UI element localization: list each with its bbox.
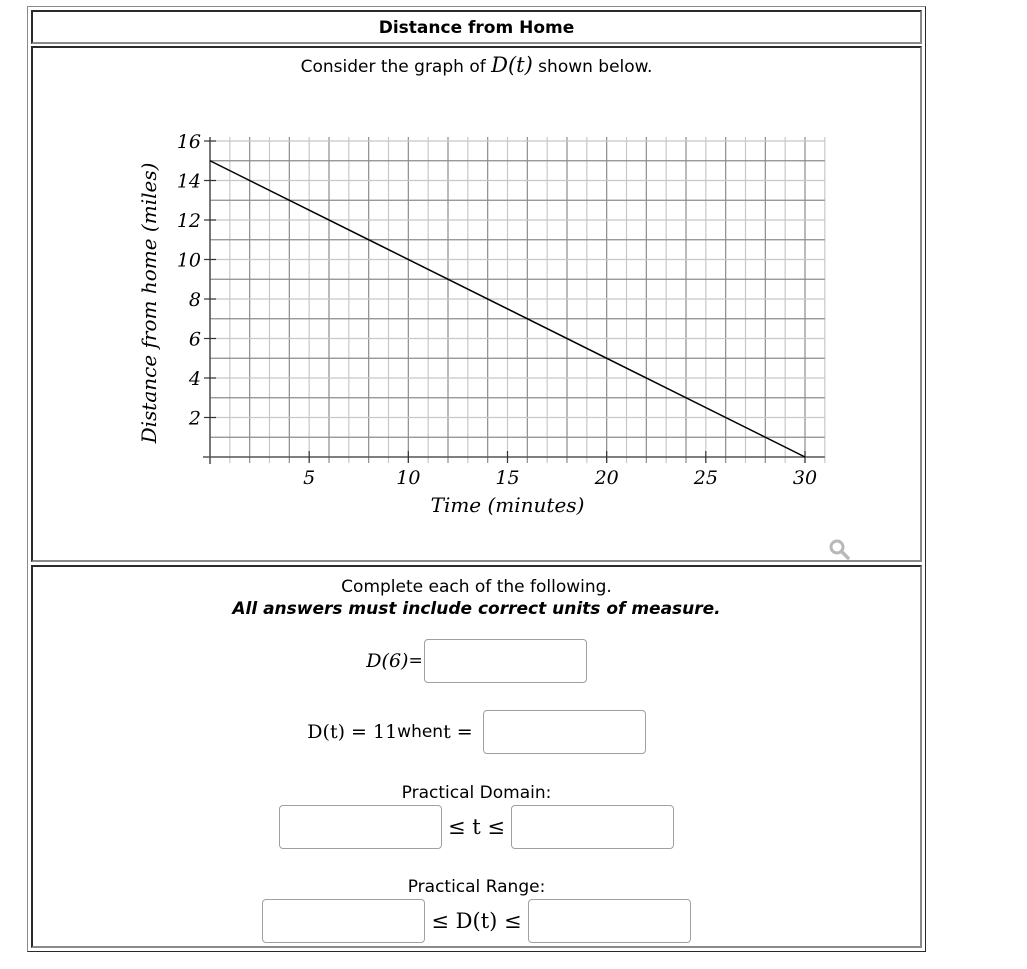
practical-domain-label: Practical Domain: — [401, 783, 552, 803]
t-answer-input[interactable] — [482, 710, 646, 754]
graph-cell: Consider the graph of D(t) shown below. … — [31, 46, 922, 562]
y-tick-label: 14 — [177, 171, 201, 193]
range-inequality: ≤ D(t) ≤ — [431, 909, 522, 933]
range-high-input[interactable] — [527, 899, 691, 943]
x-tick-label: 10 — [396, 467, 420, 489]
problem-table: Distance from Home Consider the graph of… — [27, 6, 926, 952]
t-equals: t = — [443, 721, 473, 743]
magnifier-icon[interactable] — [828, 538, 852, 566]
problem-title: Distance from Home — [378, 18, 575, 38]
y-axis-label: Distance from home (miles) — [137, 163, 161, 445]
instructions: Complete each of the following. — [341, 577, 612, 597]
range-low-input[interactable] — [262, 899, 426, 943]
y-tick-label: 12 — [177, 210, 201, 232]
form-cell: Complete each of the following. All answ… — [31, 565, 922, 948]
dt-equals-11-label: D(t) = 11 — [307, 721, 398, 743]
units-warning: All answers must include correct units o… — [232, 599, 721, 619]
question-d6: D(6) = — [33, 639, 920, 683]
when-text: when — [397, 722, 444, 742]
domain-low-input[interactable] — [279, 805, 442, 849]
x-tick-label: 20 — [594, 467, 619, 489]
y-tick-label: 8 — [189, 289, 201, 311]
y-tick-label: 2 — [188, 408, 201, 430]
practical-range-label: Practical Range: — [407, 877, 546, 897]
domain-high-input[interactable] — [510, 805, 674, 849]
question-d-equals-11: D(t) = 11 when t = — [33, 710, 920, 754]
y-tick-label: 4 — [188, 368, 201, 390]
x-tick-label: 25 — [693, 467, 718, 489]
y-tick-label: 10 — [177, 250, 201, 272]
y-tick-label: 16 — [177, 131, 201, 153]
d6-answer-input[interactable] — [423, 639, 587, 683]
x-axis-label: Time (minutes) — [431, 493, 585, 517]
domain-inequality: ≤ t ≤ — [448, 815, 505, 839]
y-tick-label: 6 — [189, 329, 201, 351]
range-row: ≤ D(t) ≤ — [33, 899, 920, 943]
domain-row: ≤ t ≤ — [33, 805, 920, 849]
x-tick-label: 15 — [495, 467, 519, 489]
x-tick-label: 5 — [303, 467, 315, 489]
domain-label-row: Practical Domain: — [33, 783, 920, 803]
range-label-row: Practical Range: — [33, 877, 920, 897]
x-tick-label: 30 — [793, 467, 817, 489]
d6-label: D(6) — [366, 650, 409, 672]
distance-chart: 5 10 15 20 25 30 2 4 6 8 10 12 14 16 Time (minutes) Dis… — [137, 131, 826, 517]
title-cell: Distance from Home — [31, 10, 922, 44]
d6-equals: = — [408, 651, 423, 671]
